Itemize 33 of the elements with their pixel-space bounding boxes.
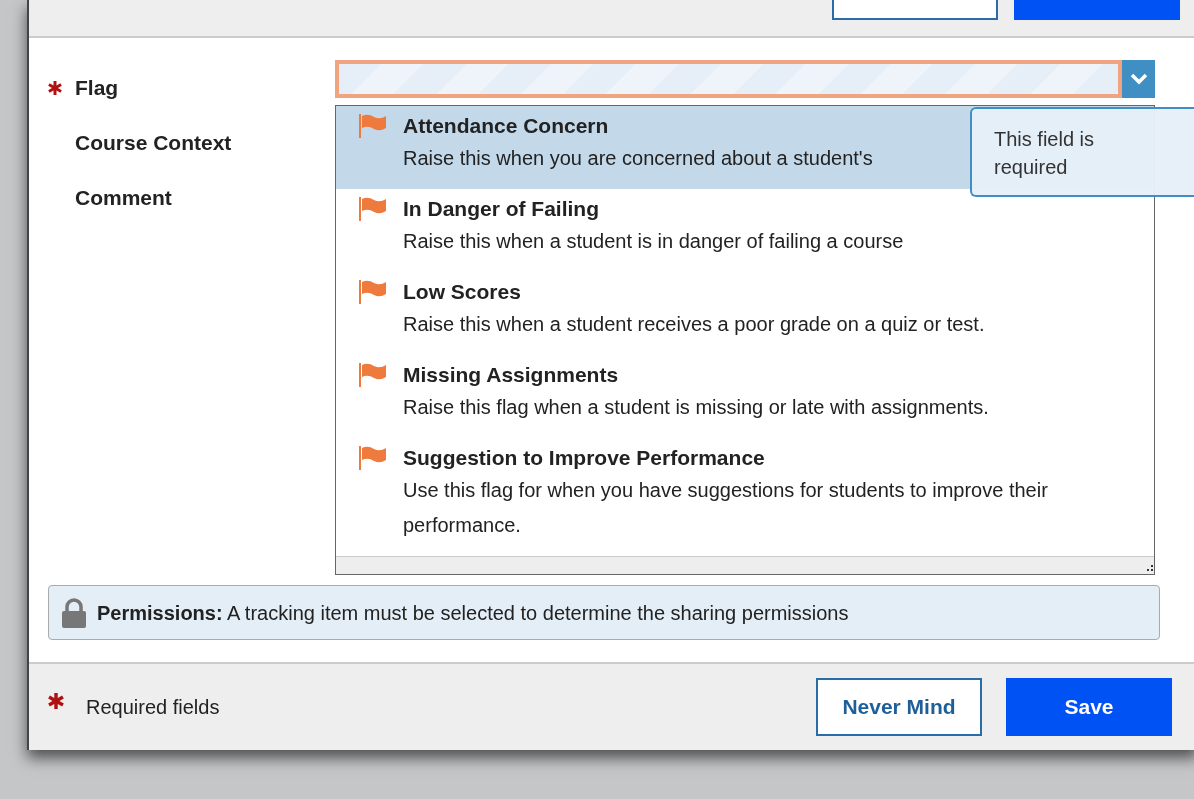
option-title: In Danger of Failing [403,196,600,222]
option-title: Low Scores [403,279,522,305]
flag-icon [358,114,388,138]
asterisk-icon [48,693,64,709]
option-description: Raise this flag when a student is missing or late with assignments. [403,395,989,420]
option-description: Raise this when a student receives a poor grade on a quiz or test. [403,312,985,337]
lock-icon [61,597,87,628]
dropdown-option[interactable]: Low Scores Raise this when a student receives a poor grade on a quiz or test. [336,272,1154,355]
dropdown-option[interactable]: Missing Assignments Raise this flag when a student is missing or late with assignments. [336,355,1154,438]
tooltip: This field is required [970,107,1194,197]
option-title: Suggestion to Improve Performance [403,445,766,471]
footer-button[interactable]: Never Mind [816,678,982,736]
flag-icon [358,446,388,470]
flag-icon [358,280,388,304]
dropdown-option[interactable]: Suggestion to Improve Performance Use this flag for when you have suggestions for students to improve their performance. [336,438,1154,556]
option-description: Raise this when you are concerned about a student's [403,146,873,171]
flag-icon [358,197,388,221]
field-label: Course Context [75,129,232,156]
field-label: Flag [75,74,119,101]
field-label: Comment [75,184,172,211]
select-field[interactable] [335,60,1122,98]
dialog-button[interactable] [832,0,998,20]
footer-button[interactable]: Save [1006,678,1172,736]
option-title: Attendance Concern [403,113,610,139]
option-title: Missing Assignments [403,362,620,388]
required-note: Required fields [86,695,220,720]
option-description: Use this flag for when you have suggestions for students to improve their performance. [403,478,1049,538]
resize-grip-icon[interactable] [1144,564,1154,574]
chevron-down-icon [1129,73,1148,85]
option-description: Raise this when a student is in danger of failing a course [403,229,904,254]
permissions-text: Permissions: A tracking item must be selected to determine the sharing permissions [97,600,849,626]
flag-icon [358,363,388,387]
dropdown-button[interactable] [1122,60,1155,98]
